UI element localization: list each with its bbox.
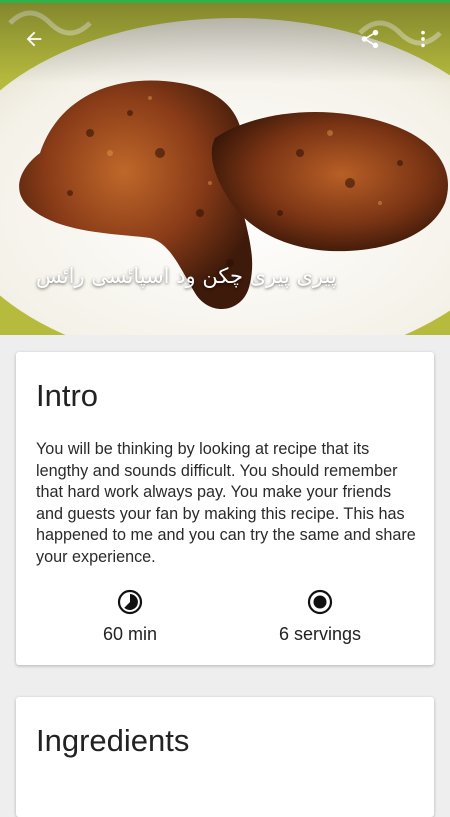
intro-heading: Intro [36, 378, 99, 413]
servings-icon [307, 589, 333, 615]
ingredients-heading: Ingredients [36, 723, 190, 758]
ingredients-card: Ingredients [16, 697, 434, 817]
intro-card: Intro You will be thinking by looking at… [16, 352, 434, 665]
overflow-menu-button[interactable] [411, 27, 435, 51]
back-button[interactable] [22, 27, 46, 51]
intro-text: You will be thinking by looking at recip… [36, 440, 416, 566]
share-icon [361, 29, 379, 49]
servings-label: 6 servings [278, 624, 362, 644]
hero-top-shade [0, 3, 450, 83]
more-vertical-icon [421, 30, 425, 48]
recipe-hero-image: پیری پیری چکن ود اسپائسی رائس [0, 3, 450, 335]
timer-icon [117, 589, 143, 615]
recipe-title: پیری پیری چکن ود اسپائسی رائس [36, 264, 337, 288]
servings-stat: 6 servings [250, 588, 390, 645]
share-button[interactable] [358, 27, 382, 51]
cook-time-stat: 60 min [60, 588, 200, 645]
cook-time-label: 60 min [102, 624, 158, 644]
arrow-back-icon [26, 31, 42, 47]
